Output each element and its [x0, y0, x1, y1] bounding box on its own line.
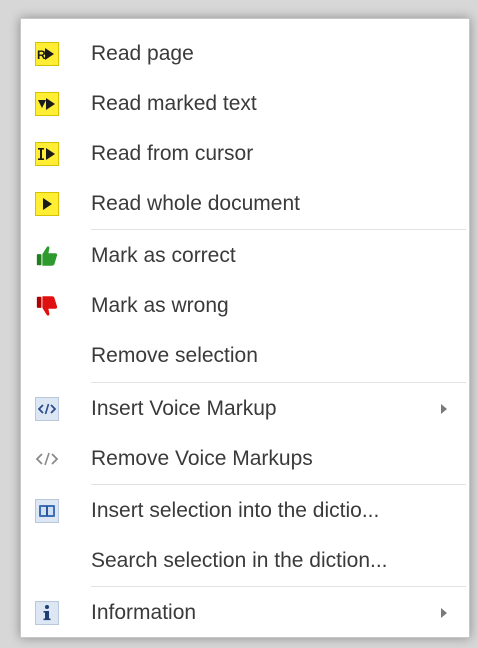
menu-item-remove-selection[interactable]: Remove selection — [21, 331, 471, 381]
menu-item-search-in-dictionary[interactable]: Search selection in the diction... — [21, 536, 471, 586]
dictionary-icon — [35, 499, 59, 523]
thumbs-up-icon — [35, 244, 59, 268]
menu-item-mark-as-correct[interactable]: Mark as correct — [21, 231, 471, 281]
menu-item-label: Mark as wrong — [91, 294, 229, 317]
menu-item-label: Information — [91, 601, 197, 624]
menu-item-label: Read whole document — [91, 192, 300, 215]
menu-item-remove-voice-markups[interactable]: Remove Voice Markups — [21, 434, 471, 484]
menu-item-insert-into-dictionary[interactable]: Insert selection into the dictio... — [21, 486, 471, 536]
menu-item-read-from-cursor[interactable]: Read from cursor — [21, 129, 471, 179]
menu-item-mark-as-wrong[interactable]: Mark as wrong — [21, 281, 471, 331]
read-marked-text-icon — [35, 92, 59, 116]
read-page-icon: R — [35, 42, 59, 66]
menu-item-label: Read marked text — [91, 92, 257, 115]
menu-item-label: Insert Voice Markup — [91, 397, 277, 420]
menu-item-label: Search selection in the diction... — [91, 549, 388, 572]
read-from-cursor-icon — [35, 142, 59, 166]
menu-item-label: Remove selection — [91, 344, 258, 367]
menu-item-read-marked-text[interactable]: Read marked text — [21, 79, 471, 129]
menu-item-label: Mark as correct — [91, 244, 236, 267]
menu-item-label: Read from cursor — [91, 142, 254, 165]
context-menu: R Read page Read marked text Read from c… — [20, 18, 470, 638]
menu-item-read-whole-document[interactable]: Read whole document — [21, 179, 471, 229]
menu-separator — [91, 382, 466, 383]
thumbs-down-icon — [35, 294, 59, 318]
remove-markup-icon — [35, 447, 59, 471]
menu-item-label: Remove Voice Markups — [91, 447, 313, 470]
menu-separator — [91, 586, 466, 587]
menu-item-information[interactable]: Information — [21, 588, 471, 638]
voice-markup-icon — [35, 397, 59, 421]
submenu-arrow-icon — [441, 608, 447, 618]
info-icon — [35, 601, 59, 625]
read-whole-document-icon — [35, 192, 59, 216]
menu-item-read-page[interactable]: R Read page — [21, 29, 471, 79]
submenu-arrow-icon — [441, 404, 447, 414]
menu-item-label: Insert selection into the dictio... — [91, 499, 380, 522]
menu-separator — [91, 229, 466, 230]
svg-text:R: R — [37, 48, 46, 62]
menu-separator — [91, 484, 466, 485]
menu-item-insert-voice-markup[interactable]: Insert Voice Markup — [21, 384, 471, 434]
menu-item-label: Read page — [91, 42, 194, 65]
